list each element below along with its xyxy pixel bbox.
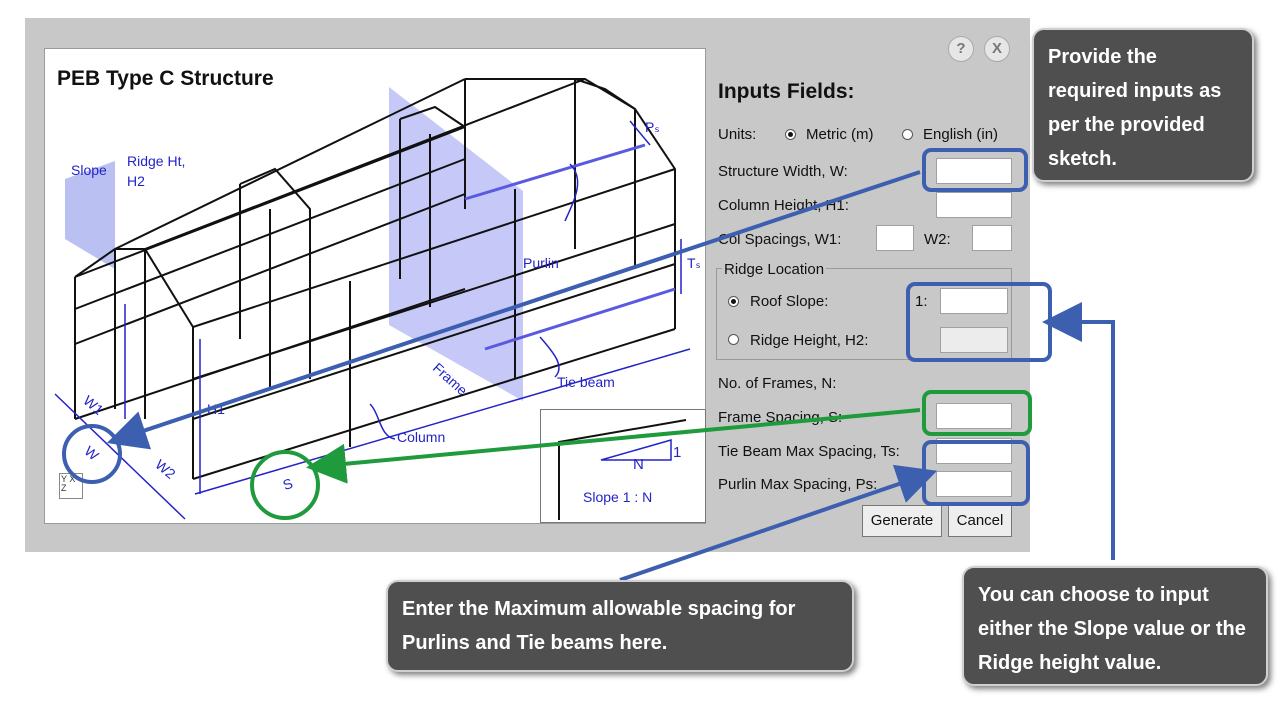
label-purlin: Purlin [523, 255, 559, 271]
highlight-max-spacing [922, 440, 1030, 506]
label-h2: H2 [127, 173, 145, 189]
highlight-s-circle [250, 450, 320, 520]
label-tie-beam: Tie beam [557, 374, 615, 390]
frames-label: No. of Frames, N: [718, 375, 837, 392]
label-ridge-ht: Ridge Ht, [127, 153, 186, 169]
callout-max-spacing: Enter the Maximum allowable spacing for … [386, 580, 854, 672]
column-height-input[interactable] [936, 192, 1012, 218]
english-radio[interactable] [902, 129, 913, 140]
units-label: Units: [718, 126, 757, 143]
slope-inset: N 1 Slope 1 : N [540, 409, 706, 523]
label-ps: Pₛ [645, 119, 660, 135]
structure-sketch: PEB Type C Structure Slope Ridge Ht, H2 … [44, 48, 706, 524]
highlight-w-circle [62, 424, 122, 484]
highlight-structure-width [922, 148, 1028, 192]
callout-slope-or-ridge: You can choose to input either the Slope… [962, 566, 1268, 686]
tie-beam-label: Tie Beam Max Spacing, Ts: [718, 443, 900, 460]
english-label: English (in) [923, 126, 999, 143]
ridge-height-label: Ridge Height, H2: [750, 332, 869, 349]
highlight-frame-spacing [922, 390, 1032, 436]
slope-inset-drawing [558, 419, 687, 520]
roof-slope-radio[interactable] [728, 296, 739, 307]
slope-inset-text: Slope 1 : N [583, 489, 653, 505]
sketch-title: PEB Type C Structure [57, 67, 274, 90]
w2-label: W2: [924, 231, 951, 248]
structure-width-label: Structure Width, W: [718, 163, 848, 180]
label-slope: Slope [71, 162, 107, 178]
col-spacings-label: Col Spacings, W1: [718, 231, 842, 248]
w1-input[interactable] [876, 225, 914, 251]
callout-provide-inputs: Provide the required inputs as per the p… [1032, 28, 1254, 182]
metric-radio[interactable] [785, 129, 796, 140]
column-height-label: Column Height, H1: [718, 197, 849, 214]
w2-input[interactable] [972, 225, 1012, 251]
metric-label: Metric (m) [806, 126, 874, 143]
inputs-title: Inputs Fields: [718, 80, 855, 103]
slope-inset-one: 1 [673, 444, 682, 461]
cancel-button[interactable]: Cancel [948, 505, 1012, 537]
help-button[interactable]: ? [948, 36, 974, 62]
label-ts: Tₛ [687, 255, 701, 271]
frame-spacing-label: Frame Spacing, S: [718, 409, 843, 426]
label-h1: H1 [207, 401, 225, 417]
ridge-height-radio[interactable] [728, 334, 739, 345]
purlin-label: Purlin Max Spacing, Ps: [718, 476, 878, 493]
label-column: Column [397, 429, 446, 445]
slope-inset-n: N [633, 456, 644, 473]
ridge-location-label: Ridge Location [722, 261, 827, 278]
roof-slope-label: Roof Slope: [750, 293, 829, 310]
generate-button[interactable]: Generate [862, 505, 942, 537]
close-button[interactable]: X [984, 36, 1010, 62]
frame-plane [389, 87, 523, 401]
highlight-ridge-location [906, 282, 1052, 362]
